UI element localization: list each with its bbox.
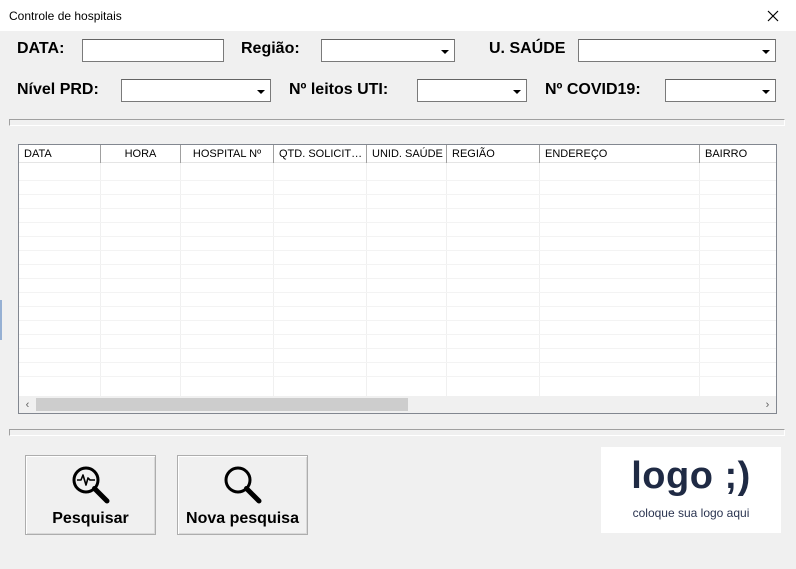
separator-top [9, 119, 785, 126]
col-header-bairro[interactable]: BAIRRO [700, 145, 776, 163]
search-pulse-icon [72, 466, 109, 504]
usaude-label: U. SAÚDE [489, 40, 566, 57]
grid-line [19, 250, 776, 251]
data-input[interactable] [82, 39, 224, 62]
col-header-data[interactable]: DATA [19, 145, 101, 163]
col-header-endereco[interactable]: ENDEREÇO [540, 145, 700, 163]
close-icon [767, 10, 779, 21]
chevron-down-icon[interactable] [509, 81, 525, 100]
col-header-hora[interactable]: HORA [101, 145, 181, 163]
pesquisar-button[interactable]: Pesquisar [25, 455, 156, 535]
separator-bottom [9, 429, 785, 436]
title-bar: Controle de hospitais [0, 0, 796, 31]
chevron-down-icon[interactable] [253, 81, 269, 100]
grid-line [19, 306, 776, 307]
covid-combobox[interactable] [665, 79, 776, 102]
data-label: DATA: [17, 40, 65, 57]
scroll-right-icon[interactable]: › [759, 396, 776, 413]
grid-line [19, 194, 776, 195]
grid-line [19, 376, 776, 377]
logo-text: logo ;) [631, 455, 751, 497]
nova-pesquisa-button[interactable]: Nova pesquisa [177, 455, 308, 535]
grid-line [19, 320, 776, 321]
leitos-label: Nº leitos UTI: [289, 81, 389, 98]
grid-line [19, 264, 776, 265]
chevron-down-icon[interactable] [758, 81, 774, 100]
grid-line [19, 208, 776, 209]
grid-line [19, 292, 776, 293]
logo-subtext: coloque sua logo aqui [632, 506, 750, 520]
col-header-qtd[interactable]: QTD. SOLICIT… [274, 145, 367, 163]
grid-line [19, 278, 776, 279]
regiao-combobox[interactable] [321, 39, 455, 62]
scroll-thumb[interactable] [36, 398, 408, 411]
search-icon [224, 466, 261, 504]
pesquisar-label: Pesquisar [52, 510, 129, 527]
leitos-combobox[interactable] [417, 79, 527, 102]
chevron-down-icon[interactable] [437, 41, 453, 60]
grid-line [19, 334, 776, 335]
usaude-combobox[interactable] [578, 39, 776, 62]
grid-line [19, 362, 776, 363]
close-button[interactable] [750, 0, 796, 31]
regiao-label: Região: [241, 40, 300, 57]
window-title: Controle de hospitais [9, 9, 122, 23]
grid-line [19, 236, 776, 237]
col-header-unid[interactable]: UNID. SAÚDE [367, 145, 447, 163]
table-header: DATA HORA HOSPITAL Nº QTD. SOLICIT… UNID… [19, 145, 776, 163]
nivel-label: Nível PRD: [17, 81, 99, 98]
scroll-left-icon[interactable]: ‹ [19, 396, 36, 413]
col-header-hospital[interactable]: HOSPITAL Nº [181, 145, 274, 163]
grid-line [19, 348, 776, 349]
covid-label: Nº COVID19: [545, 81, 641, 98]
horizontal-scrollbar[interactable]: ‹ › [19, 396, 776, 413]
nivel-combobox[interactable] [121, 79, 271, 102]
window-edge-accent [0, 300, 2, 340]
grid-line [19, 222, 776, 223]
nova-pesquisa-label: Nova pesquisa [186, 510, 299, 527]
col-header-regiao[interactable]: REGIÃO [447, 145, 540, 163]
logo-placeholder: logo ;) coloque sua logo aqui [601, 447, 781, 533]
grid-line [19, 180, 776, 181]
results-listbox[interactable]: DATA HORA HOSPITAL Nº QTD. SOLICIT… UNID… [18, 144, 777, 414]
chevron-down-icon[interactable] [758, 41, 774, 60]
